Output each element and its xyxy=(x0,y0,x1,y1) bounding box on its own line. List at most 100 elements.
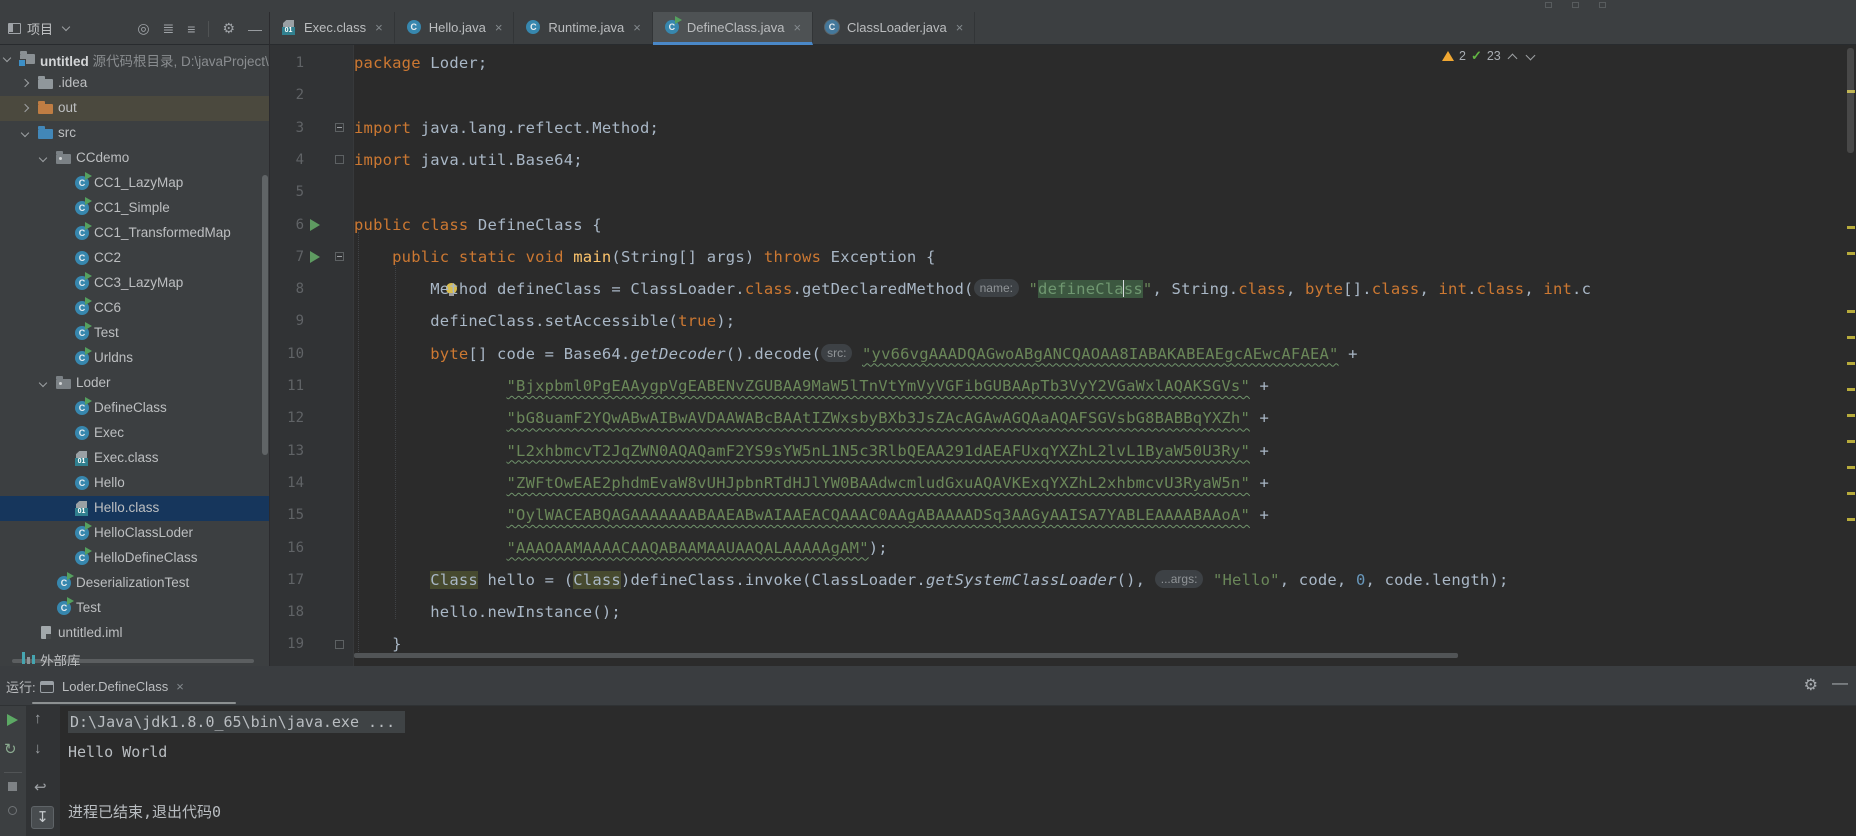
tree-item-CC6[interactable]: CC6 xyxy=(0,296,270,321)
tree-item-CC2[interactable]: CC2 xyxy=(0,246,270,271)
code-line-1[interactable]: package Loder; xyxy=(354,47,487,79)
line-number[interactable]: 11 xyxy=(270,370,304,402)
line-number[interactable]: 13 xyxy=(270,435,304,467)
tree-item-CCdemo[interactable]: CCdemo xyxy=(0,146,270,171)
tree-item-DeserializationTest[interactable]: DeserializationTest xyxy=(0,571,270,596)
rerun-failed-icon[interactable]: ↻ xyxy=(4,740,17,758)
fold-marker-icon[interactable] xyxy=(335,123,344,132)
line-number[interactable]: 14 xyxy=(270,467,304,499)
editor-horizontal-scrollbar[interactable] xyxy=(354,653,1458,658)
tree-item-外部库[interactable]: 外部库 xyxy=(0,646,270,666)
chevron-down-icon[interactable] xyxy=(3,54,11,62)
line-number[interactable]: 16 xyxy=(270,532,304,564)
fold-marker-icon[interactable] xyxy=(335,155,344,164)
tree-item-CC1_LazyMap[interactable]: CC1_LazyMap xyxy=(0,171,270,196)
chevron-down-icon[interactable] xyxy=(21,129,29,137)
line-number[interactable]: 15 xyxy=(270,499,304,531)
tree-item-src[interactable]: src xyxy=(0,121,270,146)
fold-marker-icon[interactable] xyxy=(335,640,344,649)
line-number[interactable]: 10 xyxy=(270,338,304,370)
code-line-18[interactable]: hello.newInstance(); xyxy=(354,596,621,628)
line-number[interactable]: 18 xyxy=(270,596,304,628)
code-line-9[interactable]: defineClass.setAccessible(true); xyxy=(354,305,735,337)
code-line-16[interactable]: "AAAOAAMAAAACAAQABAAMAAUAAQALAAAAAgAM"); xyxy=(354,532,888,564)
prev-problem-icon[interactable] xyxy=(1507,53,1517,63)
toolbar-icon[interactable] xyxy=(1545,2,1552,8)
tree-item-Loder[interactable]: Loder xyxy=(0,371,270,396)
run-line-icon[interactable] xyxy=(310,219,320,231)
line-number[interactable]: 1 xyxy=(270,47,304,79)
tree-item-Hello[interactable]: Hello xyxy=(0,471,270,496)
close-icon[interactable]: × xyxy=(176,679,184,694)
hide-panel-icon[interactable]: — xyxy=(248,21,262,37)
code-line-15[interactable]: "OylWACEABQAGAAAAAAABAAEABwAIAAEACQAAAC0… xyxy=(354,499,1269,531)
close-icon[interactable]: × xyxy=(495,20,503,35)
tree-item-HelloClassLoder[interactable]: HelloClassLoder xyxy=(0,521,270,546)
tree-item-Test[interactable]: Test xyxy=(0,321,270,346)
rerun-button[interactable] xyxy=(7,714,18,726)
tree-item-out[interactable]: out xyxy=(0,96,270,121)
code-line-3[interactable]: import java.lang.reflect.Method; xyxy=(354,112,659,144)
console-output[interactable]: D:\Java\jdk1.8.0_65\bin\java.exe ...Hell… xyxy=(68,706,1848,836)
code-line-7[interactable]: public static void main(String[] args) t… xyxy=(354,241,936,273)
tree-item-untitled.iml[interactable]: untitled.iml xyxy=(0,621,270,646)
code-line-11[interactable]: "Bjxpbml0PgEAAygpVgEABENvZGUBAA9MaW5lTnV… xyxy=(354,370,1269,402)
chevron-right-icon[interactable] xyxy=(21,104,29,112)
line-number[interactable]: 17 xyxy=(270,564,304,596)
stop-button[interactable] xyxy=(8,782,17,791)
chevron-right-icon[interactable] xyxy=(21,79,29,87)
chevron-down-icon[interactable] xyxy=(39,154,47,162)
expand-all-icon[interactable]: ≣ xyxy=(163,20,175,37)
chevron-down-icon[interactable] xyxy=(62,23,70,31)
close-icon[interactable]: × xyxy=(375,20,383,35)
line-number[interactable]: 2 xyxy=(270,79,304,111)
tree-item-CC1_TransformedMap[interactable]: CC1_TransformedMap xyxy=(0,221,270,246)
chevron-down-icon[interactable] xyxy=(39,379,47,387)
inspections-widget[interactable]: 2 ✓ 23 xyxy=(1442,48,1537,64)
line-number[interactable]: 4 xyxy=(270,144,304,176)
tree-item-.idea[interactable]: .idea xyxy=(0,71,270,96)
line-number[interactable]: 5 xyxy=(270,176,304,208)
code-line-12[interactable]: "bG8uamF2YQwABwAIBwAVDAAWABcBAAtIZWxsbyB… xyxy=(354,402,1269,434)
close-icon[interactable]: × xyxy=(633,20,641,35)
close-icon[interactable]: × xyxy=(956,20,964,35)
tree-item-Test[interactable]: Test xyxy=(0,596,270,621)
code-line-10[interactable]: byte[] code = Base64.getDecoder().decode… xyxy=(354,338,1358,370)
run-configuration-tab[interactable]: Loder.DefineClass × xyxy=(36,671,188,701)
up-stacktrace-icon[interactable]: ↑ xyxy=(34,710,42,727)
line-number[interactable]: 6 xyxy=(270,209,304,241)
code-editor[interactable]: 12345678910111213141516171819 package Lo… xyxy=(270,45,1856,666)
collapse-all-icon[interactable]: ≡ xyxy=(187,21,195,37)
gear-icon[interactable]: ⚙ xyxy=(1804,675,1818,695)
tab-Runtime.java[interactable]: Runtime.java× xyxy=(514,12,652,45)
tab-Exec.class[interactable]: Exec.class× xyxy=(270,12,395,45)
tab-Hello.java[interactable]: Hello.java× xyxy=(395,12,515,45)
fold-marker-icon[interactable] xyxy=(335,252,344,261)
tree-item-DefineClass[interactable]: DefineClass xyxy=(0,396,270,421)
dump-threads-icon[interactable] xyxy=(8,806,17,815)
code-line-8[interactable]: Method defineClass = ClassLoader.class.g… xyxy=(354,273,1591,305)
editor-vertical-scrollbar[interactable] xyxy=(1847,48,1854,153)
code-line-4[interactable]: import java.util.Base64; xyxy=(354,144,583,176)
tree-item-Urldns[interactable]: Urldns xyxy=(0,346,270,371)
run-line-icon[interactable] xyxy=(310,251,320,263)
tree-item-HelloDefineClass[interactable]: HelloDefineClass xyxy=(0,546,270,571)
line-number[interactable]: 19 xyxy=(270,628,304,660)
code-line-6[interactable]: public class DefineClass { xyxy=(354,209,602,241)
next-problem-icon[interactable] xyxy=(1525,50,1535,60)
line-number[interactable]: 12 xyxy=(270,402,304,434)
tree-item-Hello.class[interactable]: Hello.class xyxy=(0,496,270,521)
line-number[interactable]: 3 xyxy=(270,112,304,144)
toolbar-icon[interactable] xyxy=(1572,2,1579,8)
line-number[interactable]: 7 xyxy=(270,241,304,273)
down-stacktrace-icon[interactable]: ↓ xyxy=(34,740,42,757)
scroll-to-end-icon[interactable]: ↧ xyxy=(31,806,54,829)
tree-item-Exec[interactable]: Exec xyxy=(0,421,270,446)
code-line-14[interactable]: "ZWFtOwEAE2phdmEvaW8vUHJpbnRTdHJlYW0BAAd… xyxy=(354,467,1269,499)
tree-item-CC3_LazyMap[interactable]: CC3_LazyMap xyxy=(0,271,270,296)
project-panel-title[interactable]: 项目 xyxy=(27,19,53,38)
tab-DefineClass.java[interactable]: DefineClass.java× xyxy=(653,12,813,45)
toolbar-icon[interactable] xyxy=(1599,2,1606,8)
tree-item-Exec.class[interactable]: Exec.class xyxy=(0,446,270,471)
line-number[interactable]: 9 xyxy=(270,305,304,337)
